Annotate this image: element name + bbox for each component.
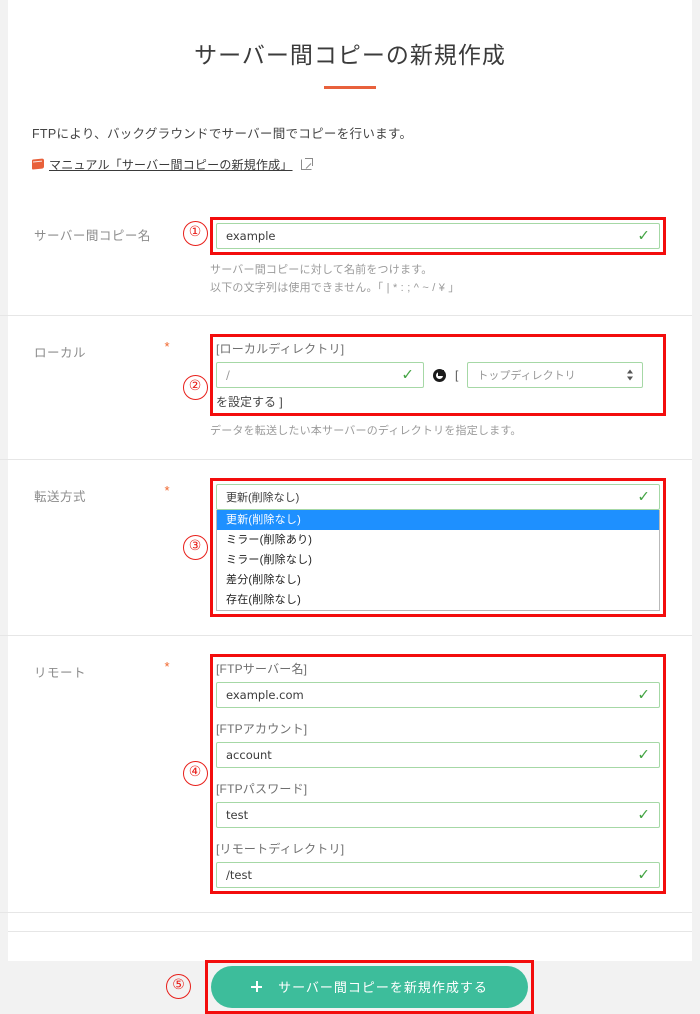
ftp-password-value: test [226, 807, 249, 822]
ftp-account-input[interactable]: account ✓ [216, 741, 660, 768]
label-ftp-account: [FTPアカウント] [216, 721, 308, 736]
manual-link-row[interactable]: マニュアル「サーバー間コピーの新規作成」 [32, 156, 700, 173]
remote-directory-input[interactable]: /test ✓ [216, 861, 660, 888]
manual-link[interactable]: マニュアル「サーバー間コピーの新規作成」 [49, 156, 293, 173]
valid-check-icon: ✓ [637, 487, 650, 506]
lead-description: FTPにより、バックグラウンドでサーバー間でコピーを行います。 [32, 127, 413, 141]
title-underline-rule [324, 86, 376, 89]
form-row-transfer-method: 転送方式 * ③ 更新(削除なし) ✓ 更新(削除なし) ミラー(削除あり) ミ… [0, 460, 700, 636]
ftp-server-value: example.com [226, 687, 304, 702]
marker-col-4: ④ [180, 761, 210, 787]
form-row-remote: リモート * ④ [FTPサーバー名] example.com ✓ [FTPアカ… [0, 636, 700, 913]
form-row-copy-name: サーバー間コピー名 ① example ✓ サーバー間コピーに対して名前をつけま… [0, 199, 700, 317]
step-marker-5: ⑤ [166, 974, 192, 1000]
label-transfer-method: 転送方式 [34, 489, 87, 504]
remote-directory-value: /test [226, 867, 252, 882]
ftp-password-input[interactable]: test ✓ [216, 801, 660, 828]
transfer-method-select[interactable]: 更新(削除なし) ✓ [216, 483, 660, 510]
marker-col-3: ③ [180, 534, 210, 560]
copy-name-input[interactable]: example ✓ [216, 223, 660, 249]
highlight-box-2: [ローカルディレクトリ] / ✓ [ トップディレクトリ を設定する] [210, 334, 666, 417]
helper-copy-name: サーバー間コピーに対して名前をつけます。 以下の文字列は使用できません。「 | … [210, 262, 666, 297]
stepper-arrows-icon [627, 369, 634, 382]
copy-form: サーバー間コピー名 ① example ✓ サーバー間コピーに対して名前をつけま… [0, 199, 700, 1014]
ftp-server-input[interactable]: example.com ✓ [216, 681, 660, 708]
step-marker-3: ③ [182, 534, 208, 560]
valid-check-icon: ✓ [637, 805, 650, 824]
valid-check-icon: ✓ [401, 365, 414, 384]
set-directory-text: を設定する ] [216, 395, 283, 410]
label-local: ローカル [34, 346, 87, 361]
marker-col-1: ① [180, 217, 210, 246]
required-mark-copy-name [154, 217, 180, 222]
highlight-box-1: example ✓ [210, 217, 666, 255]
refresh-icon[interactable] [433, 368, 446, 382]
transfer-option-4[interactable]: 存在(削除なし) [217, 590, 659, 610]
external-link-icon [300, 158, 313, 170]
label-ftp-password: [FTPパスワード] [216, 781, 308, 796]
form-row-local: ローカル * ② [ローカルディレクトリ] / ✓ [ トップディレクトリ を設… [0, 316, 700, 460]
helper-copy-name-line1: サーバー間コピーに対して名前をつけます。 [210, 264, 433, 276]
local-directory-input[interactable]: / ✓ [216, 362, 424, 389]
page-title: サーバー間コピーの新規作成 [194, 42, 506, 68]
local-directory-line: / ✓ [ トップディレクトリ [216, 362, 660, 389]
top-directory-select[interactable]: トップディレクトリ [467, 362, 644, 389]
transfer-option-0[interactable]: 更新(削除なし) [217, 509, 659, 530]
copy-name-value: example [226, 229, 276, 243]
highlight-box-5: サーバー間コピーを新規作成する [205, 959, 534, 1014]
create-server-copy-button[interactable]: サーバー間コピーを新規作成する [211, 965, 528, 1008]
required-mark-local: * [164, 339, 170, 355]
field-col-local: [ローカルディレクトリ] / ✓ [ トップディレクトリ を設定する] データ… [210, 334, 666, 441]
ftp-account-value: account [226, 747, 272, 762]
valid-check-icon: ✓ [637, 745, 650, 764]
transfer-method-selected-value: 更新(削除なし) [226, 491, 300, 504]
page-container: サーバー間コピーの新規作成 FTPにより、バックグラウンドでサーバー間でコピーを… [0, 0, 700, 1014]
valid-check-icon: ✓ [637, 685, 650, 704]
transfer-option-2[interactable]: ミラー(削除なし) [217, 550, 659, 570]
label-ftp-server: [FTPサーバー名] [216, 661, 308, 676]
label-copy-name: サーバー間コピー名 [34, 229, 151, 243]
label-local-directory: [ローカルディレクトリ] [216, 342, 345, 357]
helper-local: データを転送したい本サーバーのディレクトリを指定します。 [210, 423, 666, 441]
required-mark-transfer: * [164, 482, 170, 498]
label-remote-directory: [リモートディレクトリ] [216, 841, 345, 856]
plus-icon [251, 981, 263, 993]
top-directory-select-value: トップディレクトリ [477, 370, 576, 383]
field-col-copy-name: example ✓ サーバー間コピーに対して名前をつけます。 以下の文字列は使用… [210, 217, 666, 297]
transfer-option-3[interactable]: 差分(削除なし) [217, 570, 659, 590]
transfer-option-1[interactable]: ミラー(削除あり) [217, 530, 659, 550]
submit-row: ⑤ サーバー間コピーを新規作成する [0, 930, 700, 1014]
field-col-remote: [FTPサーバー名] example.com ✓ [FTPアカウント] acco… [210, 653, 666, 894]
label-remote: リモート [34, 665, 87, 680]
local-directory-value: / [226, 368, 230, 383]
step-marker-1: ① [182, 221, 208, 246]
create-server-copy-button-label: サーバー間コピーを新規作成する [278, 980, 488, 996]
helper-copy-name-line2: 以下の文字列は使用できません。「 | * : ; ^ ~ / ¥ 」 [210, 281, 460, 294]
field-col-transfer: 更新(削除なし) ✓ 更新(削除なし) ミラー(削除あり) ミラー(削除なし) … [210, 477, 666, 617]
book-icon [32, 158, 44, 170]
step-marker-4: ④ [182, 761, 208, 787]
transfer-method-option-list[interactable]: 更新(削除なし) ミラー(削除あり) ミラー(削除なし) 差分(削除なし) 存在… [216, 509, 660, 611]
open-bracket-text: [ [455, 368, 459, 383]
valid-check-icon: ✓ [637, 226, 650, 245]
marker-col-2: ② [180, 374, 210, 400]
valid-check-icon: ✓ [637, 865, 650, 884]
required-mark-remote: * [164, 658, 170, 674]
step-marker-2: ② [182, 374, 208, 400]
highlight-box-3: 更新(削除なし) ✓ 更新(削除なし) ミラー(削除あり) ミラー(削除なし) … [210, 477, 666, 617]
highlight-box-4: [FTPサーバー名] example.com ✓ [FTPアカウント] acco… [210, 653, 666, 894]
helper-local-line1: データを転送したい本サーバーのディレクトリを指定します。 [210, 425, 522, 438]
